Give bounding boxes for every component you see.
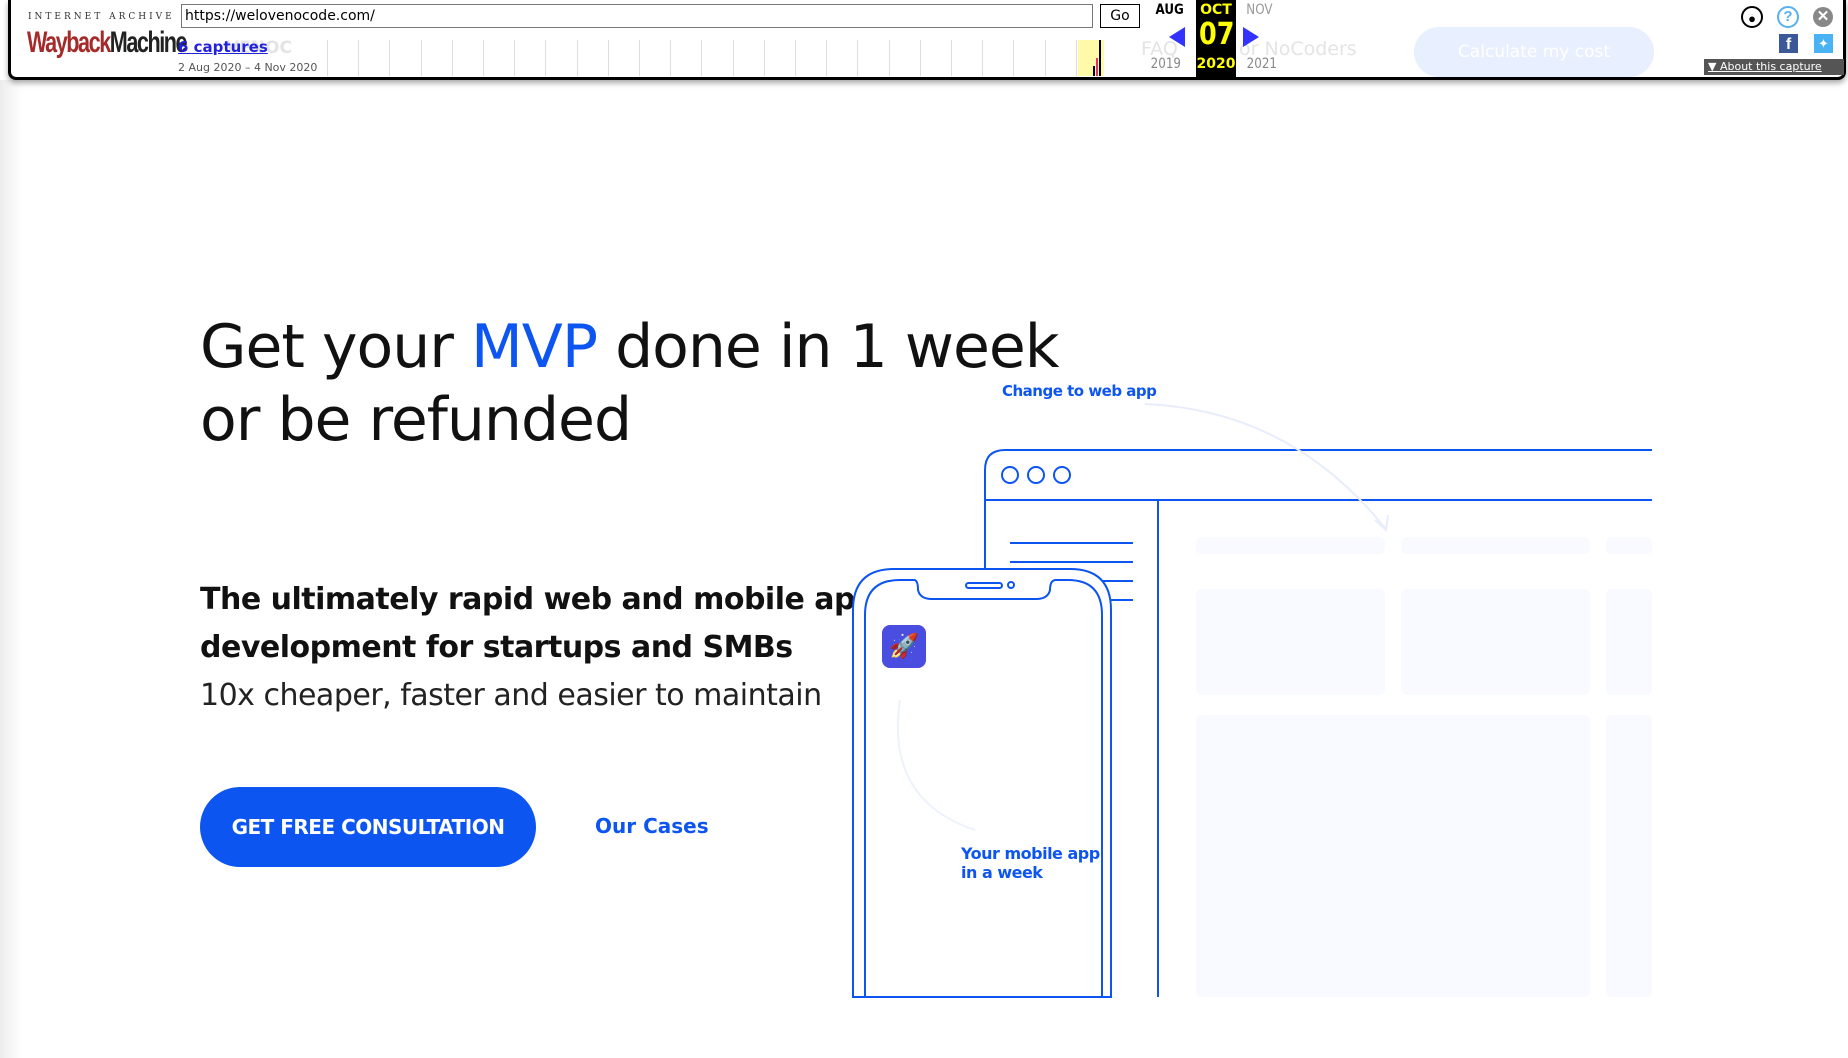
rocket-icon: 🚀 [889,633,919,660]
web-app-note: Change to web app [1002,382,1157,400]
mobile-app-note: Your mobile app in a week [961,844,1100,882]
web-note-arrow [1144,403,1386,529]
web-placeholders [1196,537,1652,997]
app-illustration [852,403,1652,998]
